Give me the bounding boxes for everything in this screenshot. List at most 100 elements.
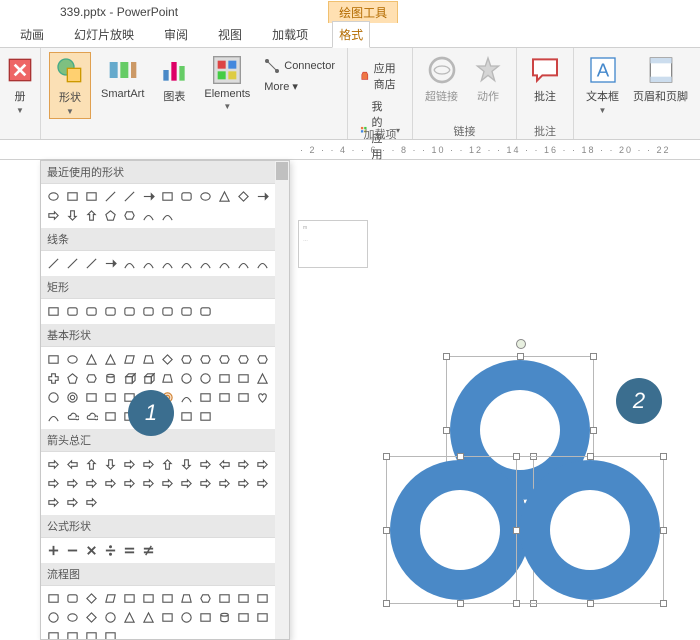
shape-line[interactable] xyxy=(45,255,62,272)
shape-blockarrow-r[interactable] xyxy=(178,475,195,492)
shape-triangle[interactable] xyxy=(216,188,233,205)
shape-rect[interactable] xyxy=(235,370,252,387)
shape-blockarrow-d[interactable] xyxy=(178,456,195,473)
shape-blockarrow-r[interactable] xyxy=(83,494,100,511)
shape-curve[interactable] xyxy=(121,255,138,272)
shape-cylinder[interactable] xyxy=(102,370,119,387)
shape-rect[interactable] xyxy=(159,609,176,626)
shape-curve[interactable] xyxy=(140,207,157,224)
shape-line[interactable] xyxy=(83,255,100,272)
shape-hex[interactable] xyxy=(178,351,195,368)
shape-curve[interactable] xyxy=(216,255,233,272)
shape-curve[interactable] xyxy=(159,255,176,272)
shape-blockarrow-r[interactable] xyxy=(121,475,138,492)
shape-blockarrow-r[interactable] xyxy=(121,456,138,473)
shape-hex[interactable] xyxy=(235,351,252,368)
shape-eq-plus[interactable] xyxy=(45,542,62,559)
more-button[interactable]: More ▾ xyxy=(260,78,339,95)
resize-handle[interactable] xyxy=(590,353,597,360)
shape-circle[interactable] xyxy=(197,370,214,387)
shape-plus[interactable] xyxy=(45,370,62,387)
shape-arrow[interactable] xyxy=(140,188,157,205)
shape-curve[interactable] xyxy=(197,255,214,272)
shape-rect[interactable] xyxy=(216,370,233,387)
shapes-button[interactable]: 形状 ▼ xyxy=(49,52,91,119)
shape-blockarrow-l[interactable] xyxy=(64,456,81,473)
tab-slideshow[interactable]: 幻灯片放映 xyxy=(68,22,140,47)
resize-handle[interactable] xyxy=(443,353,450,360)
resize-handle[interactable] xyxy=(383,453,390,460)
shape-rect[interactable] xyxy=(197,389,214,406)
shape-blockarrow-r[interactable] xyxy=(254,456,271,473)
shape-curve[interactable] xyxy=(178,389,195,406)
shape-curve[interactable] xyxy=(45,408,62,425)
shape-rect[interactable] xyxy=(140,590,157,607)
shape-rect[interactable] xyxy=(45,590,62,607)
chart-button[interactable]: 图表 xyxy=(154,52,194,106)
shape-eq-neq[interactable] xyxy=(140,542,157,559)
shape-blockarrow-r[interactable] xyxy=(216,475,233,492)
shape-circle[interactable] xyxy=(178,370,195,387)
shape-eq-eq[interactable] xyxy=(121,542,138,559)
shape-roundrect[interactable] xyxy=(178,303,195,320)
shape-blockarrow-r[interactable] xyxy=(197,456,214,473)
rotation-handle[interactable] xyxy=(516,339,526,349)
resize-handle[interactable] xyxy=(513,453,520,460)
shape-rect[interactable] xyxy=(159,188,176,205)
shape-roundrect[interactable] xyxy=(178,188,195,205)
shape-rect[interactable] xyxy=(83,389,100,406)
shape-line[interactable] xyxy=(64,255,81,272)
shape-eq-mult[interactable] xyxy=(83,542,100,559)
shape-triangle[interactable] xyxy=(140,609,157,626)
shape-cylinder[interactable] xyxy=(216,609,233,626)
tab-review[interactable]: 审阅 xyxy=(158,22,194,47)
shape-blockarrow-u[interactable] xyxy=(83,456,100,473)
headerfooter-button[interactable]: 页眉和页脚 xyxy=(629,52,692,106)
shape-curve[interactable] xyxy=(254,255,271,272)
shape-arrow[interactable] xyxy=(102,255,119,272)
shape-roundrect[interactable] xyxy=(64,590,81,607)
shape-hex[interactable] xyxy=(83,370,100,387)
shape-diamond[interactable] xyxy=(83,590,100,607)
shape-roundrect[interactable] xyxy=(83,303,100,320)
shape-rect[interactable] xyxy=(83,628,100,640)
resize-handle[interactable] xyxy=(660,600,667,607)
shape-diamond[interactable] xyxy=(235,188,252,205)
shape-blockarrow-r[interactable] xyxy=(254,475,271,492)
shape-circle[interactable] xyxy=(178,609,195,626)
shape-rect[interactable] xyxy=(102,389,119,406)
resize-handle[interactable] xyxy=(587,600,594,607)
shape-ellipse[interactable] xyxy=(64,351,81,368)
delete-button[interactable]: 册 ▼ xyxy=(0,52,40,117)
shape-rect[interactable] xyxy=(216,389,233,406)
donut-shape[interactable] xyxy=(390,460,530,600)
shape-trapezoid[interactable] xyxy=(159,370,176,387)
shape-arrow[interactable] xyxy=(254,188,271,205)
comment-button[interactable]: 批注 xyxy=(525,52,565,106)
shape-hex[interactable] xyxy=(216,351,233,368)
resize-handle[interactable] xyxy=(660,453,667,460)
tab-addins[interactable]: 加载项 xyxy=(266,22,314,47)
shape-hex[interactable] xyxy=(121,207,138,224)
shape-rect[interactable] xyxy=(235,609,252,626)
resize-handle[interactable] xyxy=(587,453,594,460)
elements-button[interactable]: Elements ▼ xyxy=(200,52,254,113)
shape-rect[interactable] xyxy=(235,389,252,406)
shape-rect[interactable] xyxy=(254,590,271,607)
store-button[interactable]: 应用商店 xyxy=(356,58,404,94)
shape-eq-minus[interactable] xyxy=(64,542,81,559)
shape-rect[interactable] xyxy=(64,188,81,205)
resize-handle[interactable] xyxy=(457,600,464,607)
shape-rect[interactable] xyxy=(64,628,81,640)
shape-cube[interactable] xyxy=(140,370,157,387)
shape-cloud[interactable] xyxy=(83,408,100,425)
resize-handle[interactable] xyxy=(517,353,524,360)
shape-curve[interactable] xyxy=(140,255,157,272)
hyperlink-button[interactable]: 超链接 xyxy=(421,52,462,106)
shape-blockarrow-d[interactable] xyxy=(64,207,81,224)
shape-blockarrow-r[interactable] xyxy=(64,475,81,492)
shape-trapezoid[interactable] xyxy=(140,351,157,368)
shape-blockarrow-r[interactable] xyxy=(197,475,214,492)
shape-roundrect[interactable] xyxy=(102,303,119,320)
shape-rect[interactable] xyxy=(45,628,62,640)
